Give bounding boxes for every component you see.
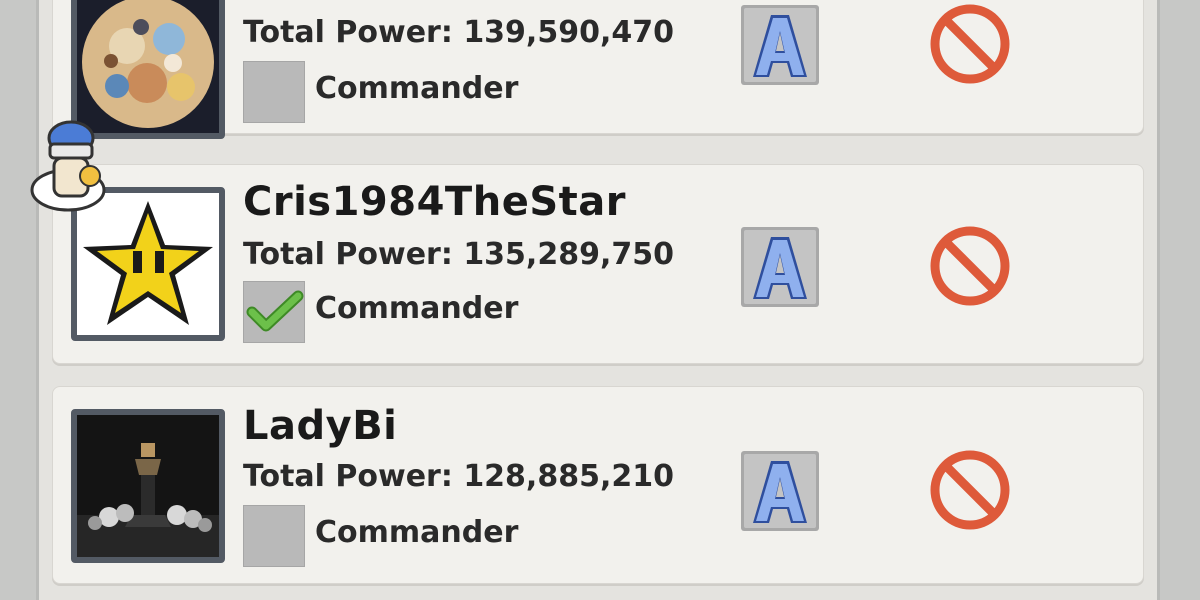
commander-checkbox[interactable] bbox=[243, 505, 305, 567]
member-power: Total Power: 135,289,750 bbox=[243, 237, 674, 272]
prohibited-icon bbox=[930, 450, 1010, 530]
power-label: Total Power: bbox=[243, 15, 453, 50]
rank-badge-button[interactable] bbox=[741, 5, 819, 85]
rank-badge-button[interactable] bbox=[741, 227, 819, 307]
commander-checkbox[interactable] bbox=[243, 281, 305, 343]
kick-member-button[interactable] bbox=[929, 449, 1011, 531]
kick-member-button[interactable] bbox=[929, 225, 1011, 307]
prohibited-icon bbox=[930, 4, 1010, 84]
member-power: Total Power: 139,590,470 bbox=[243, 15, 674, 50]
chess-king-avatar-icon bbox=[77, 415, 219, 557]
commander-label: Commander bbox=[315, 71, 519, 106]
power-label: Total Power: bbox=[243, 459, 453, 494]
anime-collage-avatar-icon bbox=[77, 0, 219, 133]
power-label: Total Power: bbox=[243, 237, 453, 272]
member-avatar[interactable] bbox=[71, 409, 225, 563]
letter-a-badge-icon bbox=[741, 451, 819, 531]
power-value: 128,885,210 bbox=[463, 459, 674, 494]
commander-label: Commander bbox=[315, 515, 519, 550]
power-value: 135,289,750 bbox=[463, 237, 674, 272]
member-card[interactable]: LadyBi Total Power: 128,885,210 Commande… bbox=[52, 386, 1144, 584]
rank-badge-button[interactable] bbox=[741, 451, 819, 531]
checkmark-icon bbox=[246, 290, 304, 332]
member-card[interactable]: Total Power: 139,590,470 Commander bbox=[52, 0, 1144, 139]
member-card[interactable]: Cris1984TheStar Total Power: 135,289,750… bbox=[52, 164, 1144, 364]
letter-a-badge-icon bbox=[741, 5, 819, 85]
member-power: Total Power: 128,885,210 bbox=[243, 459, 674, 494]
leader-character-icon bbox=[28, 118, 120, 218]
commander-checkbox[interactable] bbox=[243, 61, 305, 123]
prohibited-icon bbox=[930, 226, 1010, 306]
letter-a-badge-icon bbox=[741, 227, 819, 307]
commander-label: Commander bbox=[315, 291, 519, 326]
member-name: LadyBi bbox=[243, 403, 398, 449]
power-value: 139,590,470 bbox=[463, 15, 674, 50]
member-name: Cris1984TheStar bbox=[243, 179, 626, 225]
kick-member-button[interactable] bbox=[929, 3, 1011, 85]
